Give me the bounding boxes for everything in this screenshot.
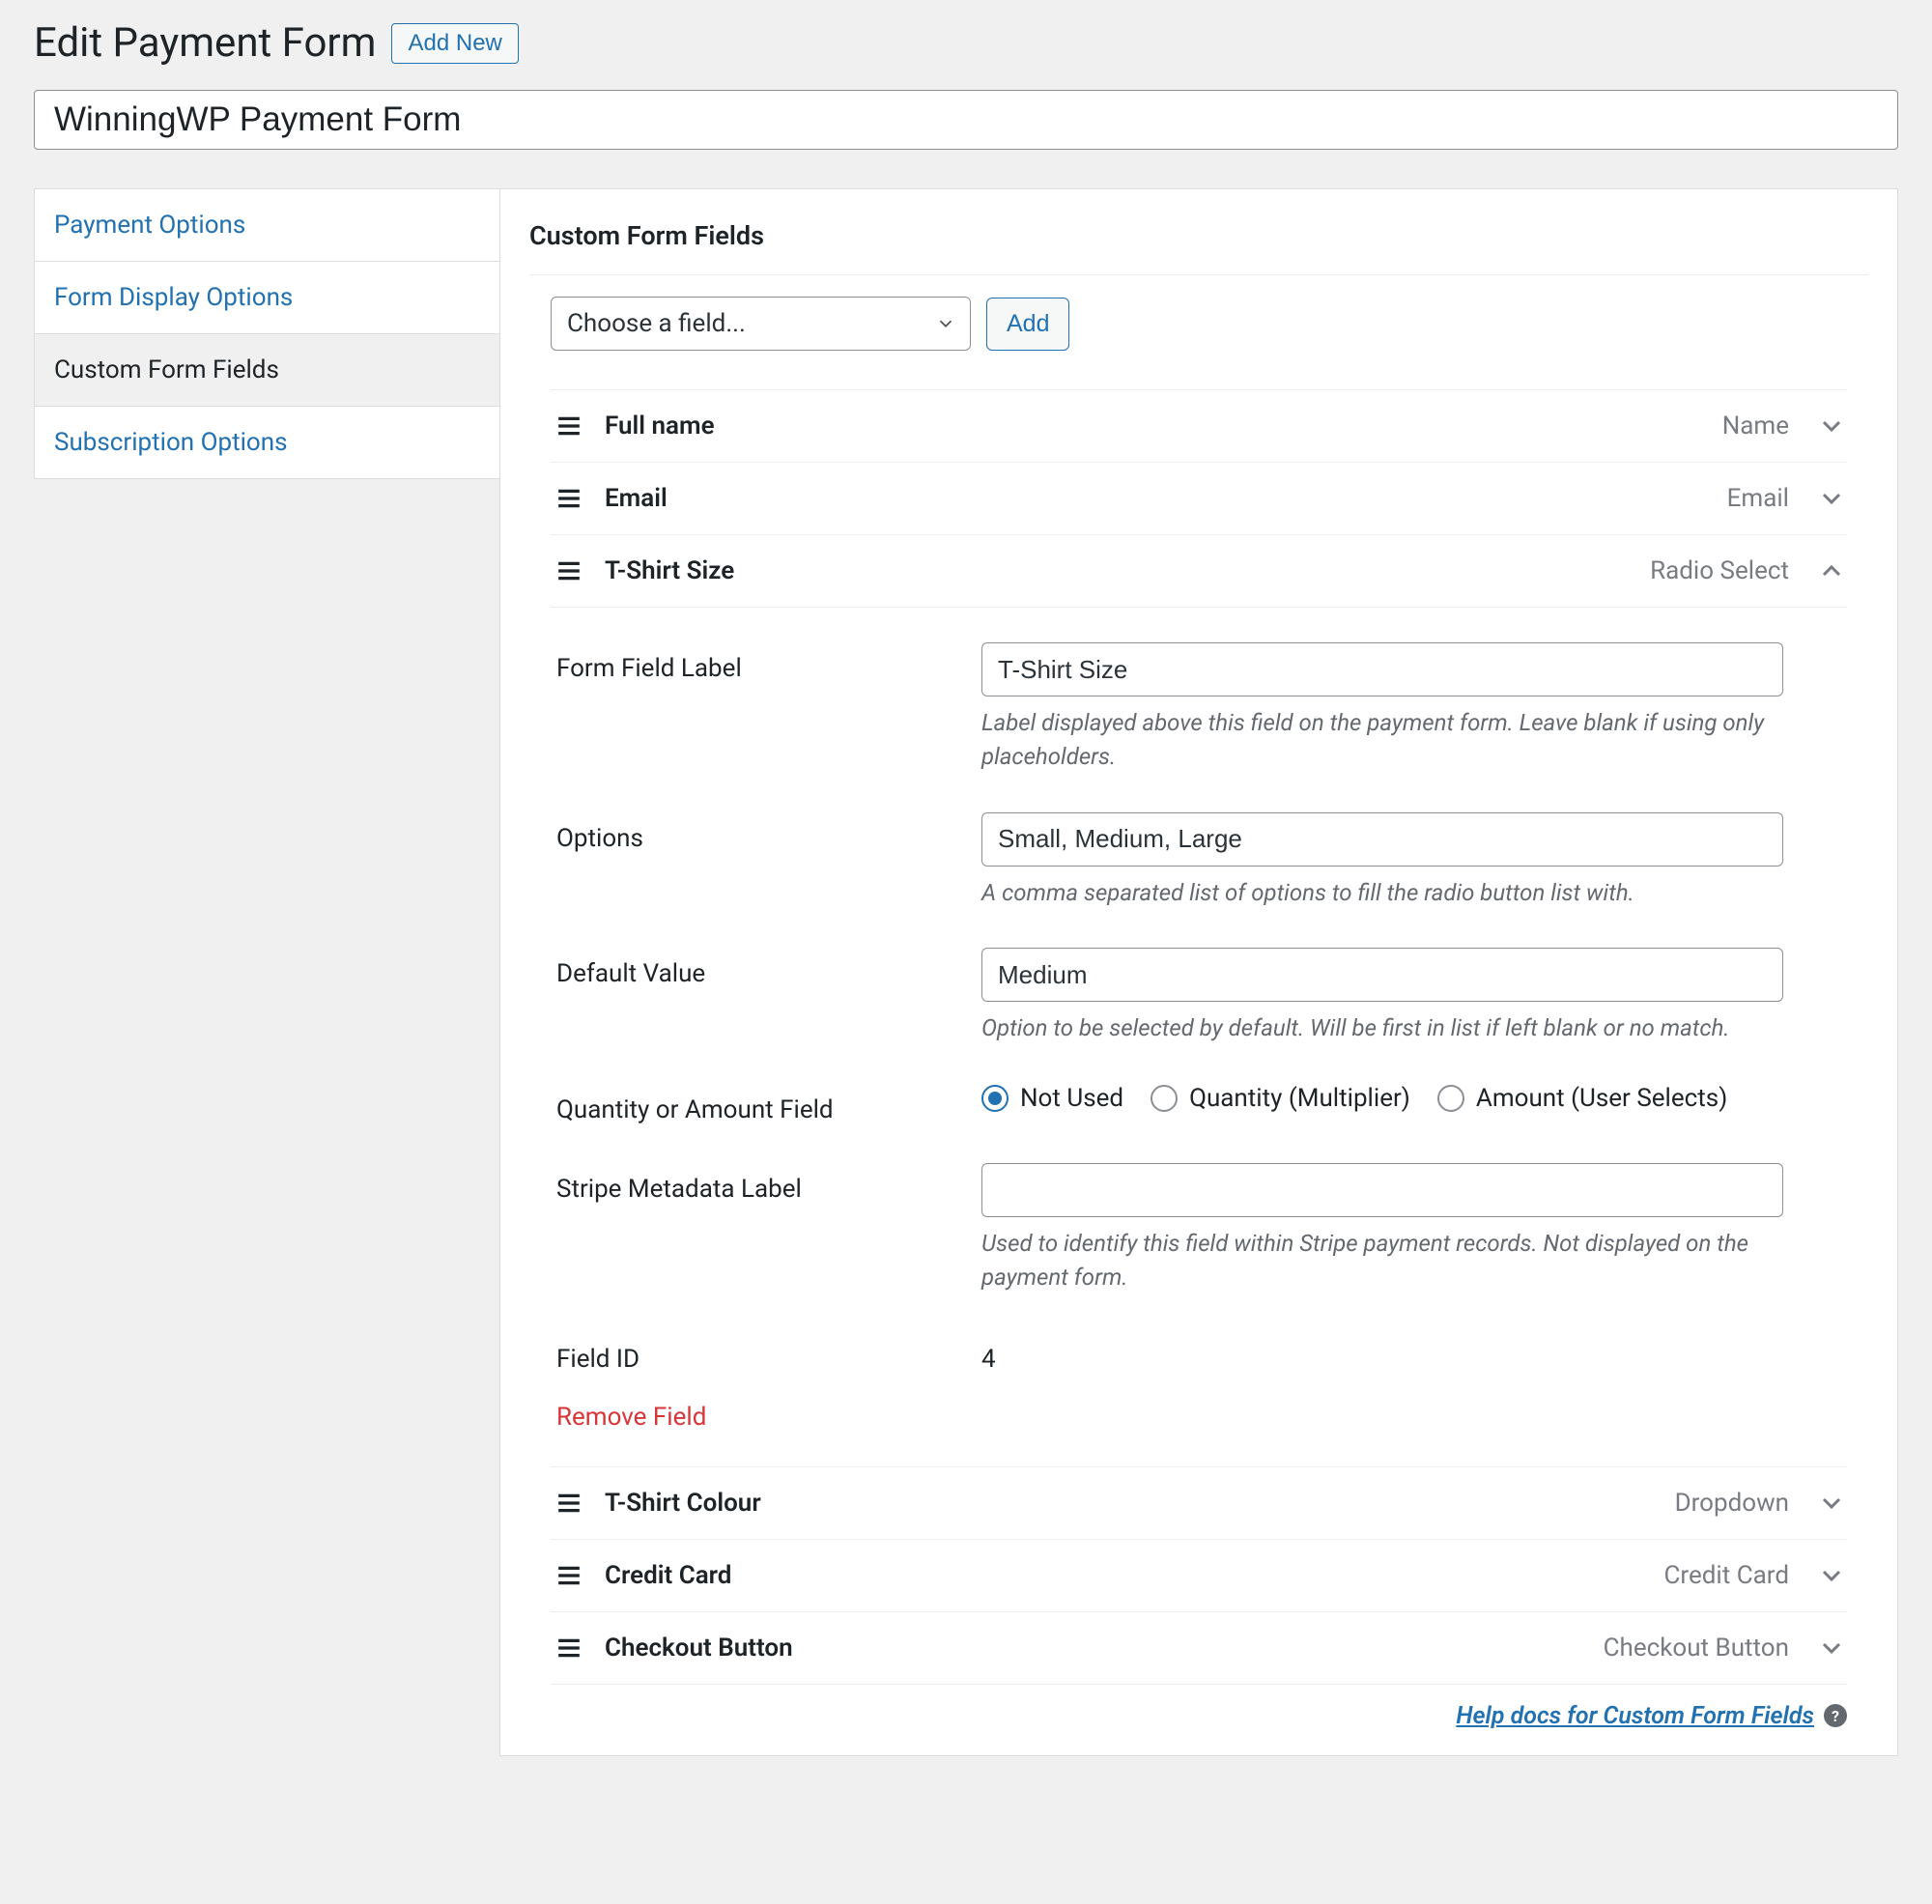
sidebar-item-label: Custom Form Fields [54,355,279,384]
field-list: Full name Name Email Email [551,389,1847,608]
setting-label: Stripe Metadata Label [556,1163,981,1294]
form-field-label-input[interactable] [981,642,1783,696]
field-name-label: Full name [605,412,1701,440]
chevron-down-icon [1822,1641,1841,1655]
page-title: Edit Payment Form [34,19,376,67]
drag-handle-icon[interactable] [556,415,583,437]
radio-icon [981,1085,1009,1112]
row-stripe-metadata: Stripe Metadata Label Used to identify t… [556,1163,1841,1294]
field-row-credit-card[interactable]: Credit Card Credit Card [551,1540,1847,1612]
help-text: Used to identify this field within Strip… [981,1227,1783,1294]
setting-label: Options [556,812,981,910]
field-type-label: Email [1727,484,1789,513]
options-input[interactable] [981,812,1783,867]
chevron-down-icon [1822,492,1841,505]
sidebar-item-form-display-options[interactable]: Form Display Options [35,262,499,334]
radio-label: Not Used [1020,1084,1123,1113]
field-row-checkout-button[interactable]: Checkout Button Checkout Button [551,1612,1847,1685]
chevron-down-icon [935,313,956,334]
field-name-label: T-Shirt Colour [605,1489,1654,1518]
divider [529,274,1868,275]
row-options: Options A comma separated list of option… [556,812,1841,910]
field-row-email[interactable]: Email Email [551,463,1847,535]
qty-amount-radio-group: Not Used Quantity (Multiplier) Amount (U… [981,1084,1841,1113]
setting-label: Form Field Label [556,642,981,774]
field-type-label: Checkout Button [1604,1634,1789,1662]
radio-label: Amount (User Selects) [1476,1084,1727,1113]
help-text: A comma separated list of options to fil… [981,876,1783,910]
field-row-full-name[interactable]: Full name Name [551,390,1847,463]
drag-handle-icon[interactable] [556,488,583,509]
field-row-tshirt-colour[interactable]: T-Shirt Colour Dropdown [551,1467,1847,1540]
drag-handle-icon[interactable] [556,1637,583,1659]
form-title-input[interactable] [54,100,1878,139]
custom-form-fields-panel: Custom Form Fields Choose a field... Add… [499,188,1898,1756]
sidebar-item-custom-form-fields[interactable]: Custom Form Fields [35,334,499,407]
sidebar-item-label: Form Display Options [54,283,293,312]
field-type-label: Name [1722,412,1789,440]
panel-heading: Custom Form Fields [529,220,1868,251]
help-text: Option to be selected by default. Will b… [981,1011,1783,1045]
default-value-input[interactable] [981,948,1783,1002]
help-icon[interactable]: ? [1824,1704,1847,1727]
add-new-button[interactable]: Add New [391,23,518,64]
field-name-label: Credit Card [605,1561,1642,1590]
radio-quantity-multiplier[interactable]: Quantity (Multiplier) [1151,1084,1410,1113]
row-field-id: Field ID 4 [556,1333,1841,1374]
sidebar-item-label: Subscription Options [54,428,288,457]
radio-icon [1151,1085,1178,1112]
help-docs-link[interactable]: Help docs for Custom Form Fields [1456,1702,1814,1730]
help-docs-row: Help docs for Custom Form Fields ? [529,1702,1847,1730]
radio-amount-user-selects[interactable]: Amount (User Selects) [1437,1084,1727,1113]
field-name-label: T-Shirt Size [605,556,1629,585]
chevron-down-icon [1822,1496,1841,1510]
field-type-label: Radio Select [1650,556,1789,585]
add-field-button[interactable]: Add [986,298,1069,351]
settings-tabs-sidebar: Payment Options Form Display Options Cus… [34,188,499,479]
field-type-label: Credit Card [1663,1561,1789,1590]
field-name-label: Checkout Button [605,1634,1582,1662]
stripe-metadata-input[interactable] [981,1163,1783,1217]
chevron-up-icon [1822,564,1841,578]
sidebar-item-payment-options[interactable]: Payment Options [35,189,499,262]
setting-label: Default Value [556,948,981,1045]
setting-label: Field ID [556,1333,981,1374]
field-type-label: Dropdown [1675,1489,1789,1518]
chevron-down-icon [1822,419,1841,433]
sidebar-item-label: Payment Options [54,211,245,240]
sidebar-item-subscription-options[interactable]: Subscription Options [35,407,499,478]
radio-icon [1437,1085,1464,1112]
drag-handle-icon[interactable] [556,560,583,582]
drag-handle-icon[interactable] [556,1492,583,1514]
row-default-value: Default Value Option to be selected by d… [556,948,1841,1045]
choose-field-select[interactable]: Choose a field... [551,297,971,351]
field-list-continued: T-Shirt Colour Dropdown Credit Card Cred… [551,1467,1847,1685]
setting-label: Quantity or Amount Field [556,1084,981,1124]
drag-handle-icon[interactable] [556,1565,583,1586]
form-title-wrapper [34,90,1898,150]
field-name-label: Email [605,484,1706,513]
field-row-tshirt-size[interactable]: T-Shirt Size Radio Select [551,535,1847,608]
field-chooser-row: Choose a field... Add [551,297,1868,351]
field-settings-panel: Form Field Label Label displayed above t… [551,608,1847,1467]
radio-label: Quantity (Multiplier) [1189,1084,1410,1113]
field-id-value: 4 [981,1333,1841,1374]
row-form-field-label: Form Field Label Label displayed above t… [556,642,1841,774]
help-text: Label displayed above this field on the … [981,706,1783,774]
radio-not-used[interactable]: Not Used [981,1084,1123,1113]
remove-field-link[interactable]: Remove Field [556,1403,706,1432]
row-qty-amount: Quantity or Amount Field Not Used Quanti… [556,1084,1841,1124]
choose-field-placeholder: Choose a field... [567,309,746,338]
chevron-down-icon [1822,1569,1841,1582]
